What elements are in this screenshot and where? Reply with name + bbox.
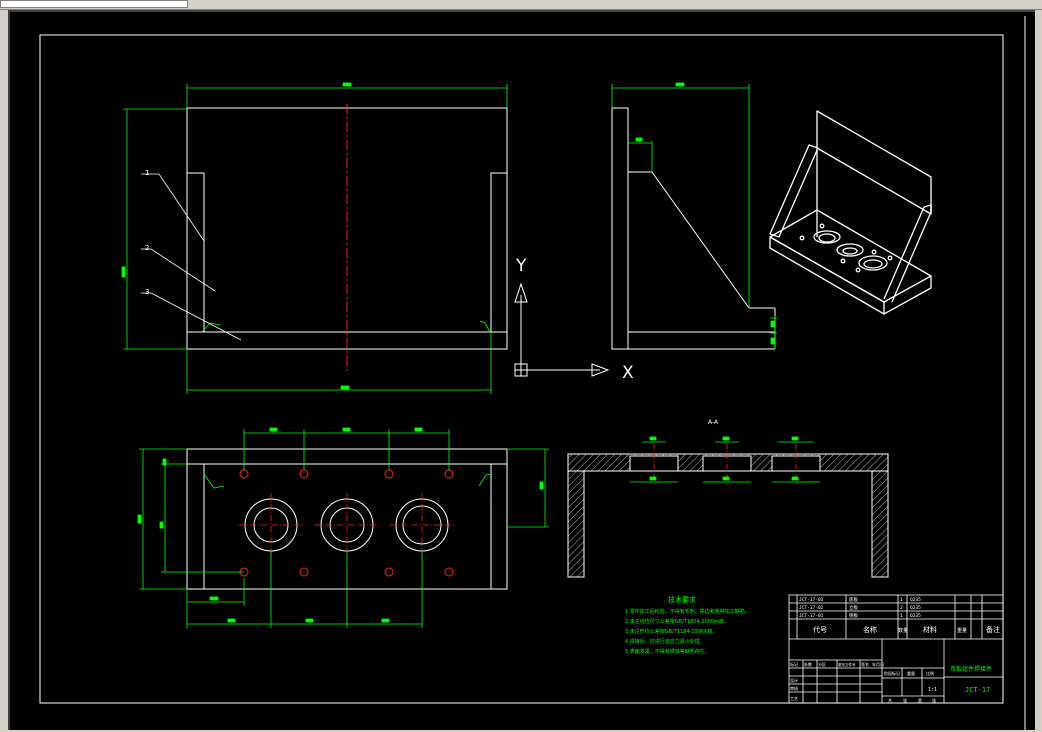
callout-3: 3 xyxy=(145,288,149,296)
part-row-2-code: JCT-17-02 xyxy=(799,605,824,611)
notes-title: 技术要求 xyxy=(668,595,696,604)
notes-line-5: 5.表面发黑，不得有锈蚀等缺陷存在。 xyxy=(625,648,710,655)
row-label-change-doc: 更改文件号 xyxy=(838,662,856,667)
part-row-1-qty: 1 xyxy=(900,597,903,603)
stage-label-mark: 阶段标记 xyxy=(884,670,900,676)
technical-notes: 技术要求 1.零件加工后检验，不得有毛刺、锐边和各种加工缺陷。 2.未注线性尺寸… xyxy=(625,595,750,655)
notes-line-2: 2.未注线性尺寸公差按GB/T1804-2000m级。 xyxy=(625,618,729,625)
row-label-mark: 标记 xyxy=(790,661,798,667)
cad-drawing[interactable]: 1 2 3 Y X A-A 技术要求 1.零件加工后检验，不得有毛刺、锐边和各种… xyxy=(10,12,1035,730)
row-label-zone: 分区 xyxy=(818,661,826,667)
part-row-1-code: JCT-17-03 xyxy=(799,597,824,603)
front-leaders xyxy=(141,173,242,341)
sign-label-design: 设计 xyxy=(790,677,798,683)
drawing-title: 弯板组件焊接件 xyxy=(950,665,992,673)
part-row-3-code: JCT-17-01 xyxy=(799,613,824,619)
part-row-3-material: Q235 xyxy=(910,613,921,619)
drawing-number: JCT-17 xyxy=(965,686,990,694)
window-top-bar xyxy=(0,0,1042,10)
sign-label-review: 审核 xyxy=(790,685,798,691)
part-row-1-material: Q235 xyxy=(910,597,921,603)
header-name: 名称 xyxy=(863,625,877,634)
title-block: JCT-17-03 底板 1 Q235 JCT-17-02 立板 2 Q235 … xyxy=(788,594,1004,704)
sheet-label-sheets-2: 张 xyxy=(932,697,936,703)
stage-label-weight: 重量 xyxy=(907,670,915,676)
front-view: 1 2 3 xyxy=(121,82,508,394)
sheet-label-sheets-1: 张 xyxy=(903,697,907,703)
side-dimensions xyxy=(611,82,777,349)
row-label-signature: 签名 xyxy=(861,661,869,667)
side-view xyxy=(611,82,777,350)
part-row-1-name: 底板 xyxy=(849,596,858,603)
ucs-y-label: Y xyxy=(515,256,527,276)
drawing-canvas[interactable]: 1 2 3 Y X A-A 技术要求 1.零件加工后检验，不得有毛刺、锐边和各种… xyxy=(8,10,1035,730)
sheet-label-total: 共 xyxy=(888,697,892,703)
cad-application-window: 1 2 3 Y X A-A 技术要求 1.零件加工后检验，不得有毛刺、锐边和各种… xyxy=(0,0,1042,732)
part-row-3-name: 侧板 xyxy=(849,612,858,619)
header-weight: 重量 xyxy=(957,627,967,634)
notes-line-3: 3.未注形位公差按GB/T1184-1996K级。 xyxy=(625,628,717,635)
callout-1: 1 xyxy=(145,169,149,177)
sheet-label-no: 第 xyxy=(918,697,922,703)
ucs-x-label: X xyxy=(622,363,634,383)
callout-2: 2 xyxy=(145,244,149,252)
notes-line-4: 4.焊接后，应进行去应力退火处理。 xyxy=(625,638,705,645)
part-row-2-name: 立板 xyxy=(849,604,858,611)
row-label-count: 处数 xyxy=(804,661,812,667)
drawing-frame xyxy=(39,16,1026,730)
header-qty: 数量 xyxy=(898,627,908,634)
header-material: 材料 xyxy=(923,625,937,634)
header-remark: 备注 xyxy=(986,625,1000,634)
part-row-2-material: Q235 xyxy=(910,605,921,611)
part-row-3-qty: 1 xyxy=(900,613,903,619)
notes-line-1: 1.零件加工后检验，不得有毛刺、锐边和各种加工缺陷。 xyxy=(625,608,750,615)
part-row-2-qty: 2 xyxy=(900,605,903,611)
section-view: A-A xyxy=(567,419,889,578)
command-input-field[interactable] xyxy=(0,0,188,8)
stage-label-scale: 比例 xyxy=(926,670,934,676)
isometric-view xyxy=(769,110,932,315)
top-dimensions xyxy=(137,427,549,629)
row-label-date: 年月日 xyxy=(872,661,884,667)
section-label: A-A xyxy=(708,419,719,426)
ucs-icon xyxy=(514,282,610,377)
top-view xyxy=(137,427,549,629)
sign-label-process: 工艺 xyxy=(790,696,798,701)
scale-value: 1:1 xyxy=(928,687,937,693)
front-dimensions xyxy=(121,82,508,394)
header-code: 代号 xyxy=(813,625,827,634)
